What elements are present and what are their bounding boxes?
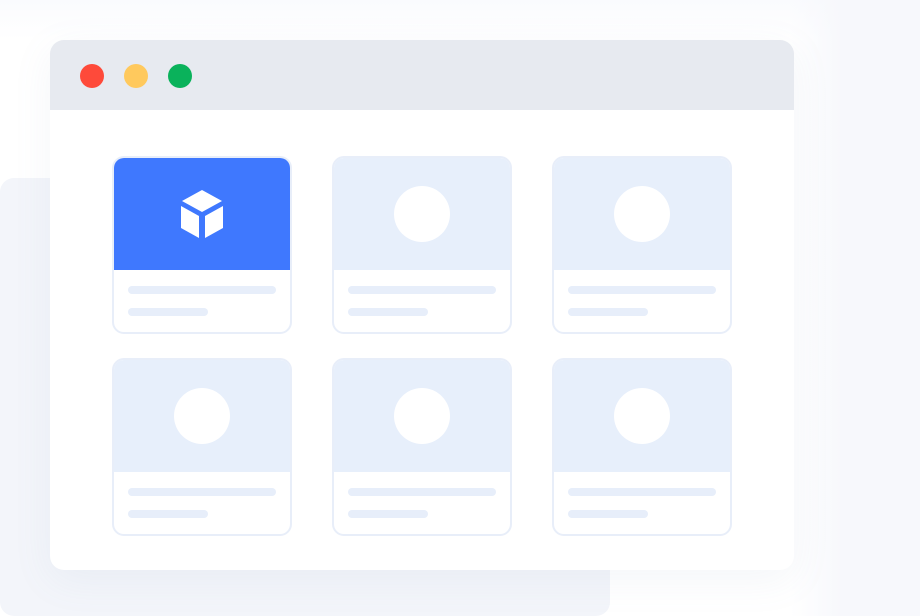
card-thumbnail — [334, 360, 510, 472]
card-title-placeholder — [568, 286, 716, 294]
grid-card-selected[interactable] — [112, 156, 292, 334]
card-subtitle-placeholder — [568, 308, 648, 316]
background-right-panel — [790, 0, 920, 616]
cube-icon — [181, 190, 223, 238]
browser-window — [50, 40, 794, 570]
card-title-placeholder — [348, 488, 496, 496]
maximize-window-button[interactable] — [168, 64, 192, 88]
window-titlebar — [50, 40, 794, 110]
grid-card[interactable] — [552, 156, 732, 334]
card-title-placeholder — [568, 488, 716, 496]
card-title-placeholder — [128, 488, 276, 496]
image-placeholder-icon — [394, 388, 450, 444]
grid-card[interactable] — [332, 358, 512, 536]
grid-card[interactable] — [112, 358, 292, 536]
card-subtitle-placeholder — [348, 510, 428, 518]
card-title-placeholder — [128, 286, 276, 294]
card-subtitle-placeholder — [128, 308, 208, 316]
card-subtitle-placeholder — [568, 510, 648, 518]
background-top-fade — [0, 0, 920, 40]
card-thumbnail — [114, 158, 290, 270]
grid-card[interactable] — [552, 358, 732, 536]
card-thumbnail — [554, 158, 730, 270]
close-window-button[interactable] — [80, 64, 104, 88]
card-subtitle-placeholder — [348, 308, 428, 316]
image-placeholder-icon — [174, 388, 230, 444]
image-placeholder-icon — [394, 186, 450, 242]
minimize-window-button[interactable] — [124, 64, 148, 88]
card-thumbnail — [554, 360, 730, 472]
card-subtitle-placeholder — [128, 510, 208, 518]
card-thumbnail — [334, 158, 510, 270]
card-title-placeholder — [348, 286, 496, 294]
card-thumbnail — [114, 360, 290, 472]
image-placeholder-icon — [614, 186, 670, 242]
image-placeholder-icon — [614, 388, 670, 444]
grid-card[interactable] — [332, 156, 512, 334]
